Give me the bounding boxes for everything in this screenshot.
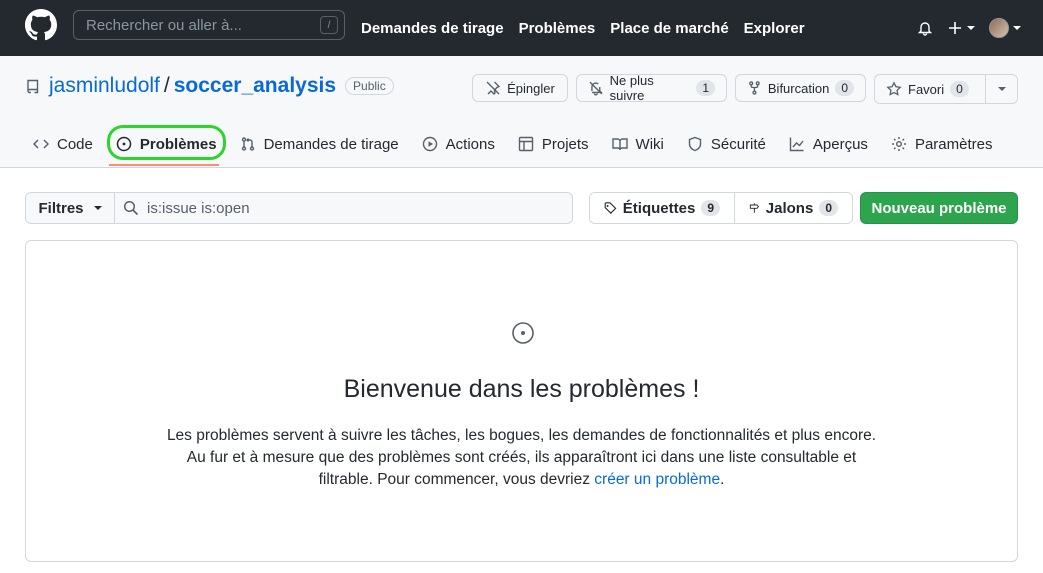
tab-settings-label: Paramètres (914, 135, 993, 153)
star-icon (886, 81, 902, 96)
tab-wiki[interactable]: Wiki (611, 122, 664, 166)
repo-separator: / (163, 74, 170, 97)
filters-dropdown-button[interactable]: Filtres (25, 192, 115, 224)
tab-projects-label: Projets (541, 135, 589, 153)
chevron-down-icon (93, 206, 102, 210)
tab-code-label: Code (57, 135, 93, 153)
repo-icon (27, 79, 39, 94)
tab-actions-label: Actions (445, 135, 495, 153)
pin-label: Épingler (507, 80, 555, 96)
github-logo-icon[interactable] (25, 9, 57, 41)
tab-security[interactable]: Sécurité (687, 122, 766, 166)
nav-issues[interactable]: Problèmes (519, 20, 596, 37)
active-tab-underline (108, 164, 219, 166)
tab-settings[interactable]: Paramètres (891, 122, 993, 166)
chevron-down-icon (997, 87, 1006, 91)
fork-label: Bifurcation (767, 80, 830, 96)
repo-actions: Épingler Ne plus suivre 1 Bifurcation 0 … (472, 73, 1018, 104)
repo-tabs: Code Problèmes Demandes de tirage Action… (33, 122, 1015, 166)
bell-icon[interactable] (917, 20, 933, 36)
chevron-down-icon (967, 26, 975, 30)
milestones-button[interactable]: Jalons 0 (734, 193, 852, 223)
milestones-label: Jalons (765, 199, 814, 217)
fork-button[interactable]: Bifurcation 0 (735, 74, 866, 102)
pull-request-icon (241, 137, 254, 151)
new-issue-button[interactable]: Nouveau problème (860, 192, 1018, 224)
tab-issues[interactable]: Problèmes (106, 122, 226, 166)
issues-blankslate: Bienvenue dans les problèmes ! Les probl… (25, 240, 1018, 562)
nav-pull-requests[interactable]: Demandes de tirage (361, 20, 504, 37)
search-icon (123, 200, 139, 216)
blankslate-text: Les problèmes servent à suivre les tâche… (166, 427, 877, 488)
chevron-down-icon (1013, 26, 1021, 30)
pin-icon (486, 81, 501, 95)
blankslate-text-end: . (720, 471, 725, 488)
issue-opened-icon (512, 322, 534, 344)
code-icon (33, 139, 49, 149)
blankslate-description: Les problèmes servent à suivre les tâche… (166, 425, 877, 491)
search-shortcut-key: / (320, 16, 338, 34)
filters-label: Filtres (38, 199, 84, 217)
unwatch-label: Ne plus suivre (609, 73, 654, 103)
global-nav: Demandes de tirage Problèmes Place de ma… (361, 0, 805, 56)
repo-title: jasminludolf / soccer_analysis Public (25, 74, 394, 98)
repo-name-link[interactable]: soccer_analysis (174, 74, 336, 98)
issues-search-input[interactable]: is:issue is:open (115, 192, 573, 224)
watch-count: 1 (696, 80, 715, 96)
user-menu[interactable] (989, 18, 1021, 38)
tab-security-label: Sécurité (710, 135, 766, 153)
labels-button[interactable]: Étiquettes 9 (590, 193, 734, 223)
create-new-menu[interactable] (947, 20, 975, 36)
highlight-ring (106, 125, 226, 160)
issues-search-query: is:issue is:open (147, 199, 250, 217)
visibility-badge: Public (345, 77, 394, 95)
star-label: Favori (908, 81, 945, 97)
book-icon (611, 138, 628, 151)
tab-projects[interactable]: Projets (518, 122, 589, 166)
milestone-icon (749, 203, 760, 213)
table-icon (518, 136, 534, 152)
fork-icon (749, 81, 760, 95)
fork-count: 0 (835, 80, 854, 96)
issues-filter-bar: Filtres is:issue is:open (25, 192, 573, 224)
plus-icon (949, 22, 961, 34)
create-issue-link[interactable]: créer un problème (594, 471, 720, 488)
labels-count: 9 (701, 200, 720, 216)
blankslate-title: Bienvenue dans les problèmes ! (343, 375, 700, 403)
tab-code[interactable]: Code (33, 122, 93, 166)
tab-insights-label: Aperçus (812, 135, 868, 153)
global-search-input[interactable]: Rechercher ou aller à... / (73, 10, 345, 40)
search-placeholder: Rechercher ou aller à... (86, 16, 242, 34)
global-header: Rechercher ou aller à... / Demandes de t… (0, 0, 1043, 56)
milestones-count: 0 (819, 200, 838, 216)
header-actions (917, 0, 1021, 56)
tab-pull-requests[interactable]: Demandes de tirage (240, 122, 399, 166)
star-list-dropdown[interactable] (985, 75, 1017, 103)
labels-label: Étiquettes (622, 199, 696, 217)
tab-pull-requests-label: Demandes de tirage (263, 135, 399, 153)
unwatch-button[interactable]: Ne plus suivre 1 (576, 73, 727, 103)
play-icon (422, 136, 437, 152)
pin-button[interactable]: Épingler (472, 74, 568, 102)
star-count: 0 (950, 81, 969, 97)
graph-icon (789, 137, 804, 152)
gear-icon (891, 137, 906, 151)
nav-marketplace[interactable]: Place de marché (610, 20, 728, 37)
labels-milestones-group: Étiquettes 9 Jalons 0 (589, 192, 853, 224)
bell-slash-icon (589, 81, 603, 96)
shield-icon (688, 136, 702, 152)
avatar (989, 18, 1009, 38)
tag-icon (604, 202, 617, 214)
tab-wiki-label: Wiki (635, 135, 664, 153)
tab-actions[interactable]: Actions (422, 122, 495, 166)
repo-owner-link[interactable]: jasminludolf (49, 74, 160, 98)
star-button-group: Favori 0 (874, 74, 1018, 104)
tab-insights[interactable]: Aperçus (789, 122, 868, 166)
nav-explore[interactable]: Explorer (744, 20, 805, 37)
star-button[interactable]: Favori 0 (875, 75, 985, 103)
